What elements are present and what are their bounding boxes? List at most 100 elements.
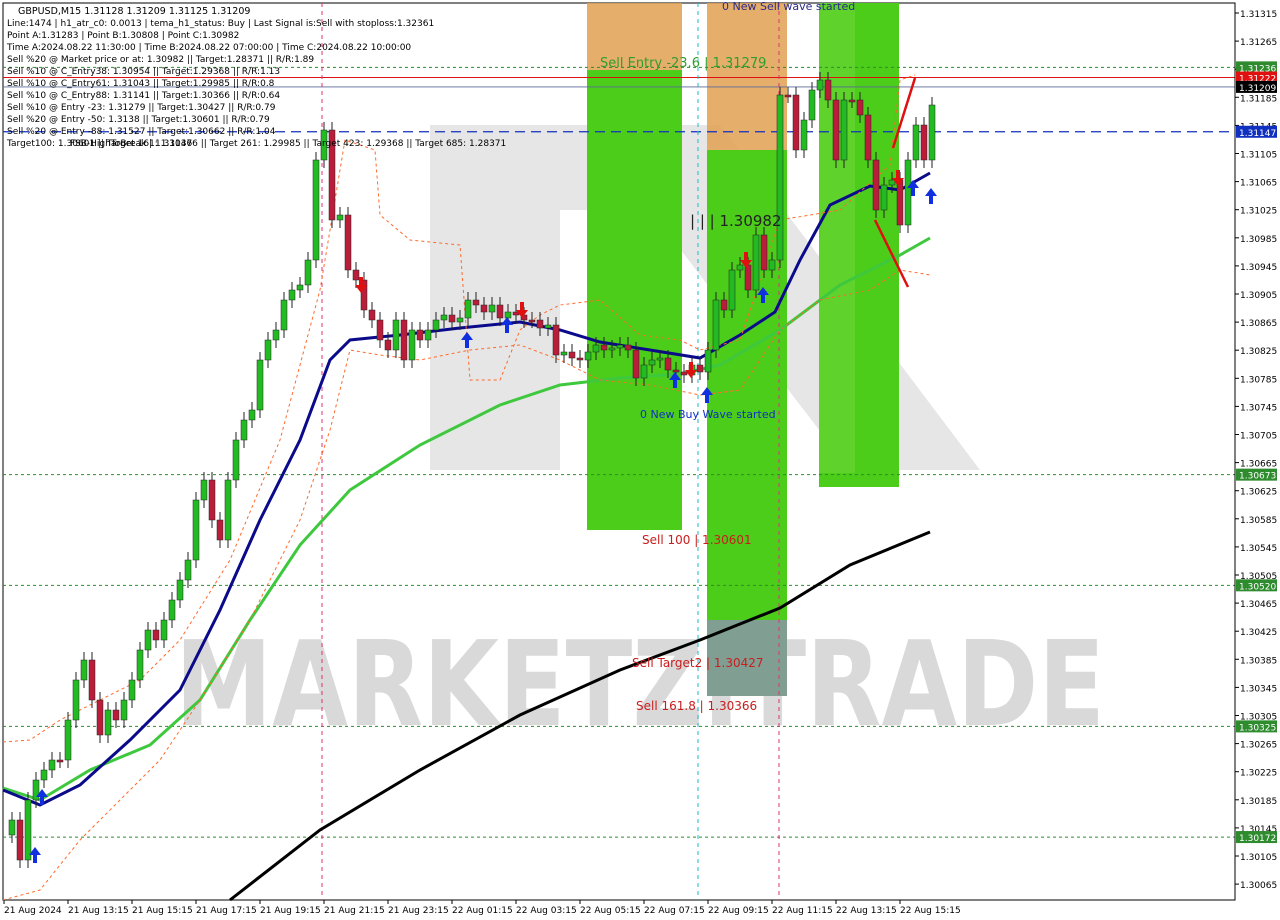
candle-body: [368, 309, 376, 321]
candle-body: [200, 479, 208, 501]
candle-body: [568, 351, 576, 359]
annotation-text: 0 New Sell wave started: [722, 0, 855, 13]
time-tick-label: 22 Aug 01:15: [452, 906, 513, 916]
candle: [88, 652, 96, 708]
candle-body: [264, 339, 272, 361]
candle-body: [480, 304, 488, 313]
candle-body: [664, 357, 672, 371]
price-tag-label: 1.31147: [1239, 129, 1276, 139]
candle-body: [224, 479, 232, 541]
annotation-text: Sell Target2 | 1.30427: [632, 656, 764, 670]
candle-body: [248, 409, 256, 421]
price-tag: 1.30325: [1236, 720, 1277, 733]
price-tick-label: 1.30065: [1240, 881, 1277, 891]
candle-body: [768, 259, 776, 271]
candle: [904, 152, 912, 233]
price-tick-label: 1.30225: [1240, 769, 1277, 779]
candle-body: [504, 311, 512, 319]
candle: [776, 87, 784, 268]
candle: [192, 492, 200, 568]
candle-body: [168, 599, 176, 621]
price-tag: 1.30172: [1236, 831, 1277, 844]
price-tick-label: 1.31185: [1240, 94, 1277, 104]
candle-body: [280, 299, 288, 331]
price-tag: 1.31147: [1236, 125, 1277, 139]
candle-body: [24, 799, 32, 861]
price-tick-label: 1.30905: [1240, 291, 1277, 301]
price-tag-label: 1.31209: [1239, 84, 1276, 94]
candle-body: [216, 519, 224, 541]
price-tag-label: 1.30520: [1239, 582, 1276, 592]
candle: [712, 292, 720, 358]
candle: [792, 87, 800, 158]
candle-body: [488, 304, 496, 313]
candle-body: [96, 699, 104, 736]
price-tick-label: 1.31025: [1240, 207, 1277, 217]
price-tag: 1.30520: [1236, 579, 1277, 592]
candle-body: [872, 159, 880, 211]
time-tick-label: 21 Aug 19:15: [260, 906, 321, 916]
candle-body: [856, 99, 864, 116]
candle-body: [272, 329, 280, 341]
candle-body: [64, 719, 72, 761]
candle-body: [104, 709, 112, 736]
price-tick-label: 1.30265: [1240, 741, 1277, 751]
candle: [344, 207, 352, 278]
candle-body: [560, 351, 568, 356]
info-line: Point A:1.31283 | Point B:1.30808 | Poin…: [7, 31, 239, 41]
candle-body: [448, 314, 456, 323]
candle: [400, 312, 408, 368]
time-tick-label: 21 Aug 21:15: [324, 906, 385, 916]
candle-body: [184, 559, 192, 581]
candle-body: [648, 359, 656, 366]
sell-wave-zone-green: [707, 150, 787, 696]
candle-body: [632, 349, 640, 379]
candle-body: [464, 299, 472, 319]
candle-body: [120, 699, 128, 721]
candle-body: [608, 347, 616, 351]
candle-body: [88, 659, 96, 701]
candle-body: [400, 319, 408, 361]
candle-body: [680, 371, 688, 376]
candle-body: [16, 819, 24, 861]
candle: [864, 107, 872, 168]
time-axis: 21 Aug 2024 21 Aug 13:15 21 Aug 15:15 21 Au…: [3, 900, 961, 916]
candle-body: [72, 679, 80, 721]
info-line: Sell %10 @ C_Entry61: 1.31043 || Target:…: [7, 79, 275, 89]
price-chart[interactable]: MARKETZITRADE Sell Entry -23.6 | 1.31279 0…: [0, 0, 1280, 920]
candle: [232, 432, 240, 488]
annotation-text: Sell 100 | 1.30601: [642, 533, 752, 547]
candle-body: [112, 709, 120, 721]
candle-body: [304, 259, 312, 286]
candle: [224, 472, 232, 548]
candle-body: [576, 357, 584, 361]
sell-entry-zone-green: [587, 70, 682, 530]
candle-body: [232, 439, 240, 481]
info-line: Line:1474 | h1_atr_c0: 0.0013 | tema_h1_…: [7, 19, 434, 29]
candle: [328, 122, 336, 228]
price-tag-label: 1.30673: [1239, 472, 1276, 482]
price-tick-label: 1.30665: [1240, 460, 1277, 470]
candle-body: [424, 329, 432, 341]
candle-body: [56, 759, 64, 763]
annotation-text: | | | 1.30982: [690, 212, 782, 230]
candle: [312, 152, 320, 268]
info-line: Sell %10 @ C_Entry88: 1.31141 || Target:…: [7, 91, 280, 101]
price-tick-label: 1.30625: [1240, 488, 1277, 498]
time-tick-label: 22 Aug 13:15: [836, 906, 897, 916]
candle-body: [728, 269, 736, 311]
price-tick-label: 1.30345: [1240, 684, 1277, 694]
candle: [872, 152, 880, 218]
candle-body: [760, 234, 768, 271]
price-tick-label: 1.30425: [1240, 628, 1277, 638]
candle-body: [776, 94, 784, 261]
price-tick-label: 1.30105: [1240, 853, 1277, 863]
time-tick-label: 22 Aug 03:15: [516, 906, 577, 916]
candle-body: [8, 819, 16, 836]
candle-body: [784, 94, 792, 98]
candle-body: [144, 629, 152, 651]
price-tag: 1.30673: [1236, 468, 1277, 482]
annotation-text: Sell 161.8 | 1.30366: [636, 699, 757, 713]
new-sell-zone-inner: [819, 3, 855, 473]
time-tick-label: 22 Aug 05:15: [580, 906, 641, 916]
